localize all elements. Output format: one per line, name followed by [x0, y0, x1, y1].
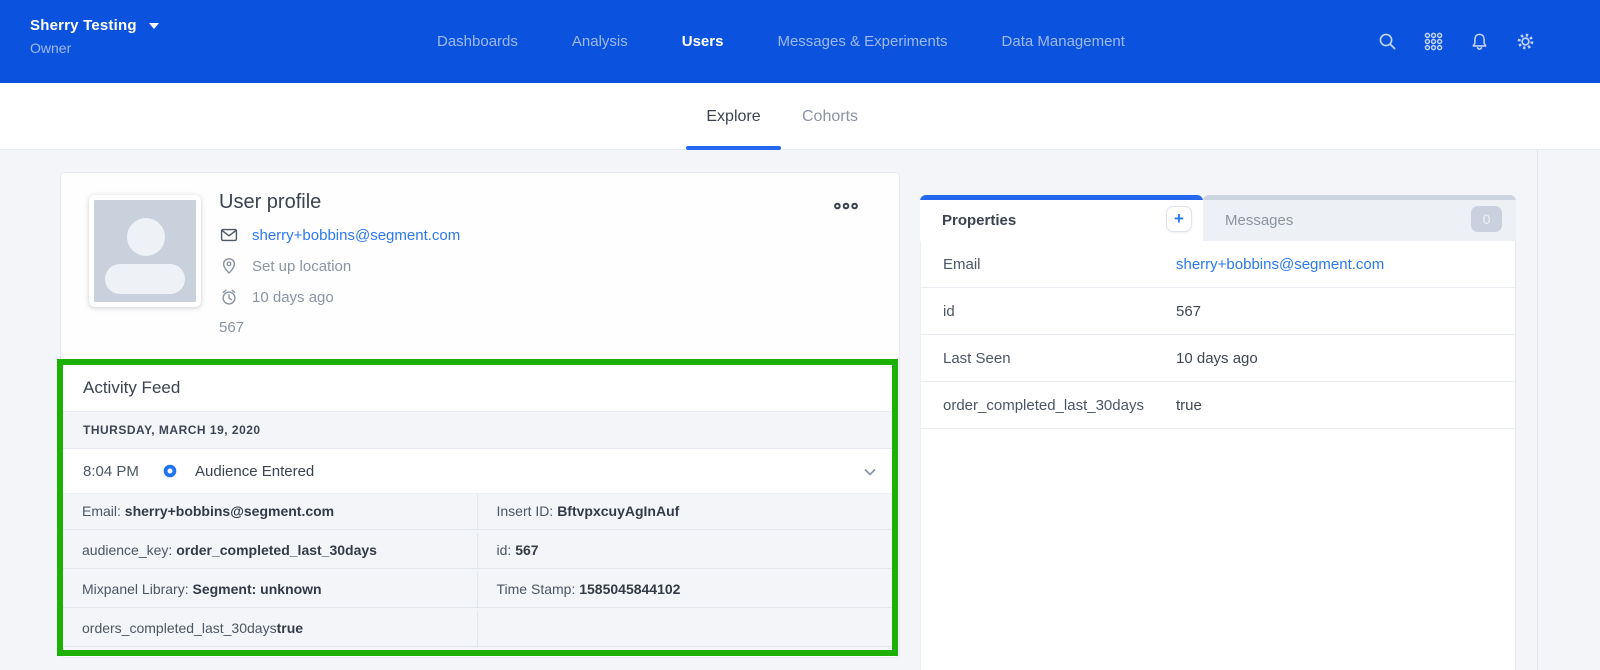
event-name: Audience Entered [195, 463, 314, 480]
event-property-cell: Insert ID: BftvpxcuyAgInAuf [478, 494, 893, 530]
page-tab-bar: Explore Cohorts [0, 83, 1600, 150]
nav-item-messages-experiments[interactable]: Messages & Experiments [777, 33, 947, 50]
profile-id: 567 [219, 319, 460, 336]
search-icon[interactable] [1377, 31, 1398, 52]
tab-messages[interactable]: Messages 0 [1203, 195, 1516, 241]
event-property-cell [478, 611, 893, 647]
property-key: Email [943, 256, 981, 273]
avatar-silhouette-body [105, 264, 185, 294]
event-time: 8:04 PM [83, 463, 162, 480]
property-row: Last Seen 10 days ago [921, 335, 1515, 382]
property-value: true [1176, 397, 1202, 414]
more-options-icon[interactable] [834, 201, 858, 211]
property-key: Last Seen [943, 350, 1011, 367]
property-row: Email sherry+bobbins@segment.com [921, 241, 1515, 288]
envelope-icon [219, 225, 239, 245]
active-tab-underline [686, 146, 781, 150]
properties-table: Email sherry+bobbins@segment.com id 567 … [920, 241, 1516, 670]
profile-email-link[interactable]: sherry+bobbins@segment.com [252, 227, 460, 244]
property-row: order_completed_last_30days true [921, 382, 1515, 429]
user-role-label: Owner [30, 40, 159, 56]
activity-event-row[interactable]: 8:04 PM Audience Entered [63, 449, 892, 494]
activity-feed-highlight: Activity Feed THURSDAY, MARCH 19, 2020 8… [57, 359, 898, 656]
apps-grid-icon[interactable] [1423, 31, 1444, 52]
property-key: order_completed_last_30days [943, 397, 1144, 414]
property-value-email-link[interactable]: sherry+bobbins@segment.com [1176, 256, 1384, 273]
avatar [89, 195, 201, 307]
nav-item-users[interactable]: Users [682, 33, 724, 50]
messages-count-badge: 0 [1471, 206, 1502, 232]
properties-tab-strip: Properties + Messages 0 [920, 195, 1516, 241]
avatar-silhouette-head [127, 218, 165, 256]
clock-icon [219, 287, 239, 307]
content-scroll-divider [1537, 150, 1538, 670]
page: Sherry Testing Owner Dashboards Analysis… [0, 0, 1600, 670]
nav-item-data-management[interactable]: Data Management [1002, 33, 1125, 50]
active-tab-strip [920, 195, 1203, 200]
profile-info: User profile sherry+bobbins@segment.com … [219, 191, 460, 336]
event-property-cell: orders_completed_last_30daystrue [63, 611, 478, 647]
property-key: id [943, 303, 955, 320]
event-property-cell: id: 567 [478, 533, 893, 569]
profile-title: User profile [219, 191, 460, 214]
tab-cohorts[interactable]: Cohorts [790, 83, 870, 150]
event-property-cell: audience_key: order_completed_last_30day… [63, 533, 478, 569]
nav-item-dashboards[interactable]: Dashboards [437, 33, 518, 50]
property-value: 567 [1176, 303, 1201, 320]
project-switcher[interactable]: Sherry Testing Owner [30, 17, 159, 56]
event-property-cell: Email: sherry+bobbins@segment.com [63, 494, 478, 530]
event-properties-grid: Email: sherry+bobbins@segment.com Insert… [63, 494, 892, 650]
set-location-link[interactable]: Set up location [252, 258, 351, 275]
add-property-button[interactable]: + [1166, 206, 1192, 232]
event-property-cell: Mixpanel Library: Segment: unknown [63, 572, 478, 608]
bell-icon[interactable] [1469, 31, 1490, 52]
tab-properties[interactable]: Properties + [920, 195, 1203, 241]
project-name: Sherry Testing [30, 17, 137, 34]
last-seen-label: 10 days ago [252, 289, 334, 306]
property-row: id 567 [921, 288, 1515, 335]
activity-feed-title: Activity Feed [63, 365, 892, 412]
tab-properties-label: Properties [942, 212, 1016, 229]
property-value: 10 days ago [1176, 350, 1258, 367]
main-nav: Dashboards Analysis Users Messages & Exp… [437, 0, 1125, 83]
activity-date-header: THURSDAY, MARCH 19, 2020 [63, 412, 892, 449]
event-property-cell: Time Stamp: 1585045844102 [478, 572, 893, 608]
event-type-icon [162, 463, 178, 479]
nav-item-analysis[interactable]: Analysis [572, 33, 628, 50]
gear-icon[interactable] [1515, 31, 1536, 52]
tab-messages-label: Messages [1225, 212, 1293, 229]
caret-down-icon [149, 23, 159, 29]
header-icons [1377, 0, 1536, 83]
tab-explore[interactable]: Explore [686, 83, 781, 150]
top-nav-bar: Sherry Testing Owner Dashboards Analysis… [0, 0, 1600, 83]
location-pin-icon [219, 256, 239, 276]
inactive-tab-strip [1203, 195, 1516, 200]
chevron-down-icon[interactable] [862, 464, 878, 480]
